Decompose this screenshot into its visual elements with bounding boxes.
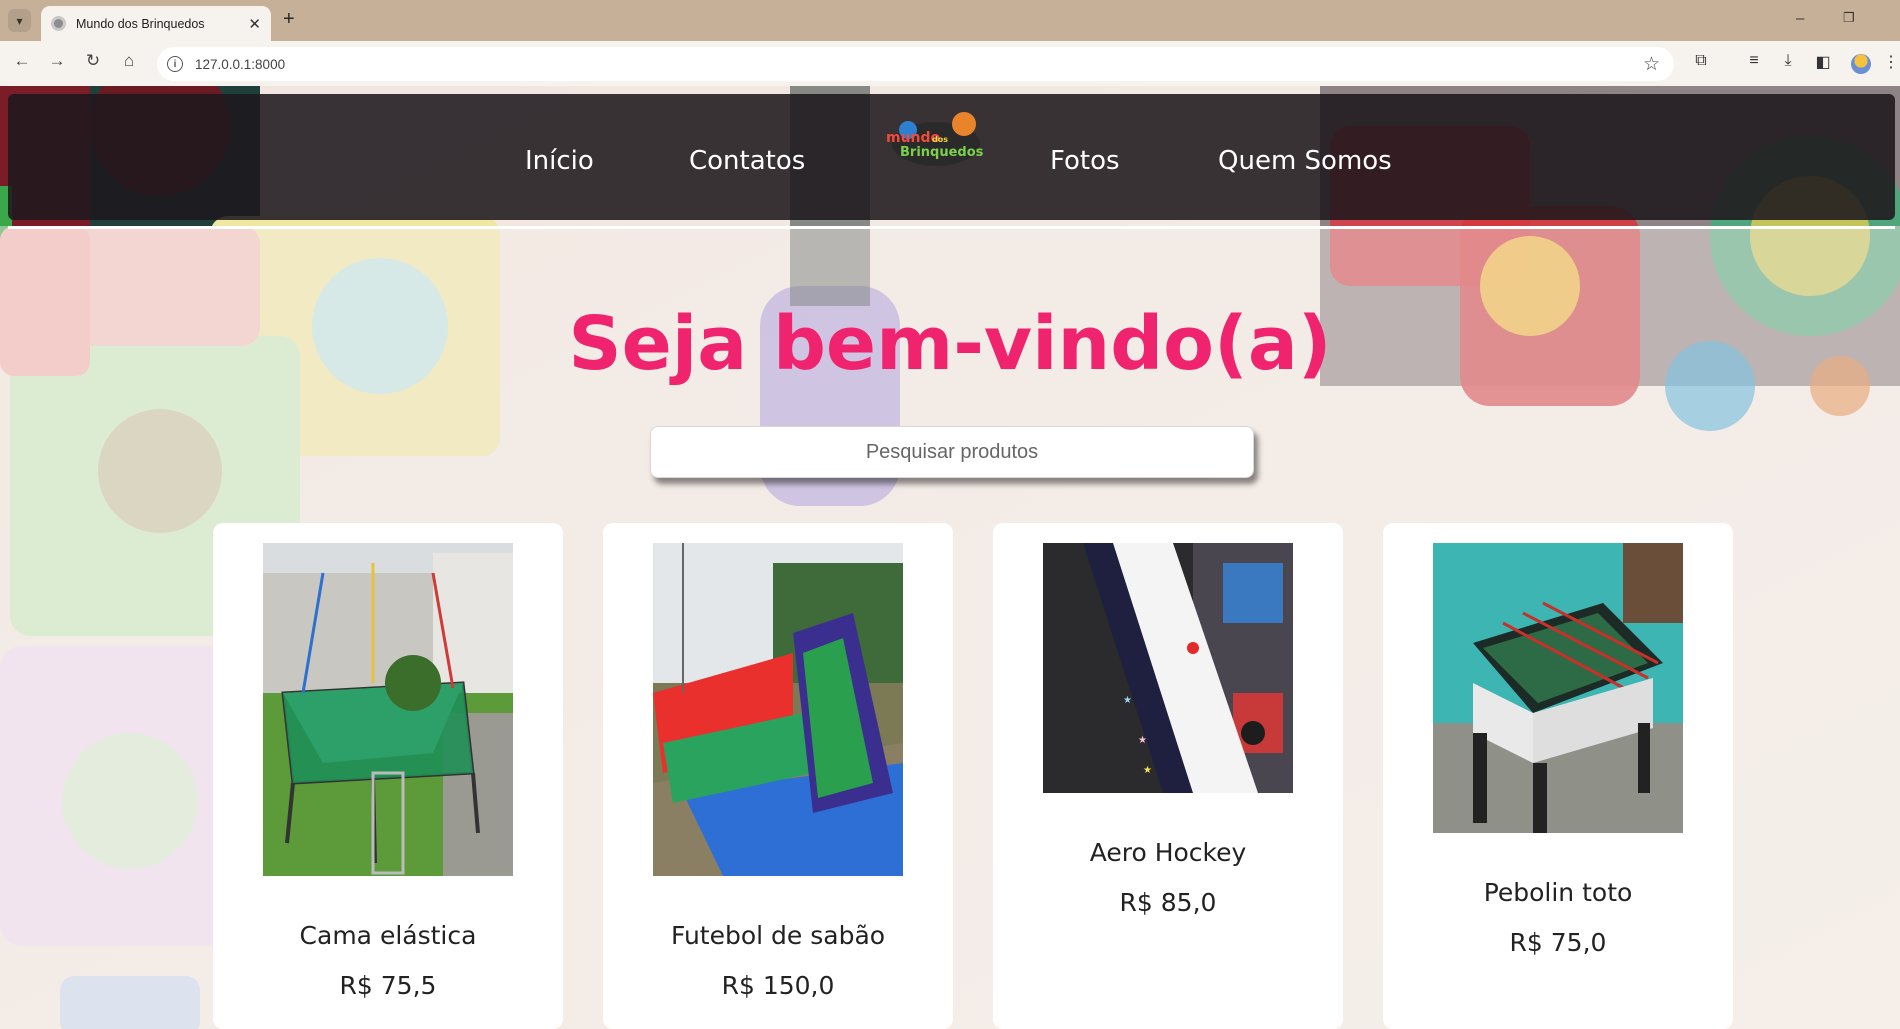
product-price: R$ 150,0 xyxy=(721,971,835,1000)
forward-icon[interactable]: → xyxy=(45,51,69,71)
tab-search-icon[interactable]: ▾ xyxy=(8,9,31,32)
profile-avatar[interactable] xyxy=(1851,54,1871,74)
welcome-title: Seja bem-vindo(a) xyxy=(568,301,1332,387)
header-divider xyxy=(8,226,1895,229)
site-header: Início Contatos mundo dos Brinquedos Fot… xyxy=(8,94,1895,220)
site-info-icon[interactable]: i xyxy=(167,56,183,72)
product-image-trampoline[interactable] xyxy=(263,543,513,876)
product-image-air-hockey[interactable]: ★ ★ ★ xyxy=(1043,543,1293,793)
product-image-soap-soccer[interactable] xyxy=(653,543,903,876)
product-price: R$ 85,0 xyxy=(1119,888,1217,917)
favicon-icon xyxy=(51,16,66,31)
side-panel-icon[interactable]: ◧ xyxy=(1812,52,1834,72)
product-price: R$ 75,0 xyxy=(1509,928,1607,957)
home-icon[interactable]: ⌂ xyxy=(117,51,141,71)
nav-link-fotos[interactable]: Fotos xyxy=(1050,146,1120,176)
nav-link-quem-somos[interactable]: Quem Somos xyxy=(1218,146,1392,176)
product-price: R$ 75,5 xyxy=(339,971,437,1000)
nav-link-inicio[interactable]: Início xyxy=(525,146,594,176)
tab-title: Mundo dos Brinquedos xyxy=(76,16,205,31)
svg-text:★: ★ xyxy=(1138,735,1147,746)
product-name: Futebol de sabão xyxy=(670,921,886,950)
bookmark-star-icon[interactable]: ☆ xyxy=(1643,53,1660,76)
product-card[interactable]: Pebolin toto R$ 75,0 xyxy=(1383,523,1733,1029)
product-name: Cama elástica xyxy=(299,921,477,950)
page-viewport: Início Contatos mundo dos Brinquedos Fot… xyxy=(0,86,1900,1029)
minimize-icon[interactable]: – xyxy=(1796,10,1804,27)
product-image-foosball[interactable] xyxy=(1433,543,1683,833)
menu-dots-icon[interactable]: ⋮ xyxy=(1883,52,1899,72)
url-text[interactable]: 127.0.0.1:8000 xyxy=(195,57,1643,72)
product-name: Aero Hockey xyxy=(1089,838,1247,867)
nav-link-contatos[interactable]: Contatos xyxy=(689,146,805,176)
media-icon[interactable]: ≡ xyxy=(1743,52,1765,70)
close-tab-icon[interactable]: ✕ xyxy=(248,15,261,33)
svg-text:★: ★ xyxy=(1123,695,1132,706)
brand-logo[interactable]: mundo dos Brinquedos xyxy=(878,104,990,174)
svg-text:dos: dos xyxy=(932,135,948,144)
product-card[interactable]: ★ ★ ★ Aero Hockey R$ 85,0 xyxy=(993,523,1343,1029)
product-card[interactable]: Cama elástica R$ 75,5 xyxy=(213,523,563,1029)
svg-text:Brinquedos: Brinquedos xyxy=(900,145,984,160)
browser-tab[interactable]: Mundo dos Brinquedos ✕ xyxy=(41,6,271,41)
back-icon[interactable]: ← xyxy=(10,51,34,71)
reload-icon[interactable]: ↻ xyxy=(81,51,105,71)
download-icon[interactable]: ⤓ xyxy=(1777,52,1799,70)
new-tab-icon[interactable]: + xyxy=(283,8,295,31)
browser-tab-bar: ▾ Mundo dos Brinquedos ✕ + – ❐ xyxy=(0,0,1900,41)
address-bar[interactable]: i 127.0.0.1:8000 ☆ xyxy=(157,47,1674,81)
browser-toolbar: ← → ↻ ⌂ i 127.0.0.1:8000 ☆ ⧉ ≡ ⤓ ◧ ⋮ xyxy=(0,41,1900,86)
extensions-icon[interactable]: ⧉ xyxy=(1690,52,1712,70)
product-name: Pebolin toto xyxy=(1483,878,1633,907)
product-card[interactable]: Futebol de sabão R$ 150,0 xyxy=(603,523,953,1029)
svg-text:★: ★ xyxy=(1143,765,1152,776)
search-input[interactable] xyxy=(650,426,1254,478)
restore-icon[interactable]: ❐ xyxy=(1843,10,1855,26)
